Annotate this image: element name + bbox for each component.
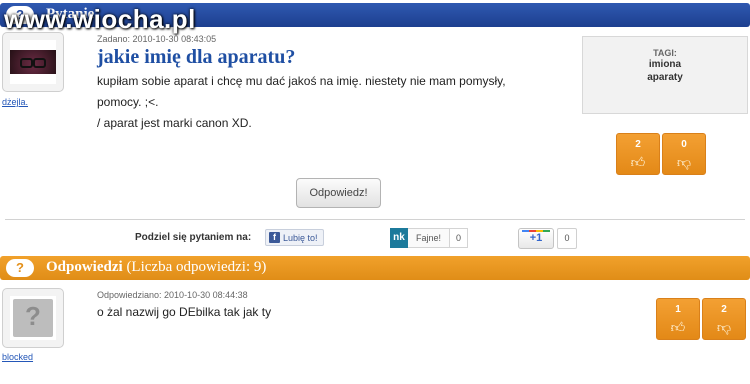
answer-author-avatar[interactable]: ? (2, 288, 64, 348)
answers-title: Odpowiedzi (46, 259, 123, 275)
thumbs-up-icon: 👍︎ (670, 319, 686, 335)
answer-text: o żal nazwij go DEbilka tak jak ty (97, 305, 272, 319)
question-mark-icon: ? (6, 259, 34, 277)
thumbs-down-icon: 👎︎ (716, 319, 732, 335)
answer-author-link[interactable]: blocked (2, 352, 33, 362)
vote-up-count: 2 (635, 139, 641, 150)
tags-box: TAGI: imiona aparaty (582, 36, 748, 114)
google-plus-count: 0 (557, 228, 577, 249)
google-plus-share: +1 0 (518, 228, 577, 249)
answer-votes: 1 👍︎ 2 👎︎ (656, 298, 746, 340)
facebook-icon: f (269, 232, 280, 243)
vote-up-count: 1 (675, 304, 681, 315)
vote-down-button[interactable]: 0 👎︎ (662, 133, 706, 175)
vote-up-button[interactable]: 1 👍︎ (656, 298, 700, 340)
nk-icon: nk (390, 228, 408, 248)
question-title[interactable]: jakie imię dla aparatu? (97, 46, 295, 69)
thumbs-down-icon: 👎︎ (676, 154, 692, 170)
tag-item[interactable]: imiona (583, 58, 747, 71)
tag-item[interactable]: aparaty (583, 71, 747, 84)
vote-down-count: 2 (721, 304, 727, 315)
vote-up-button[interactable]: 2 👍︎ (616, 133, 660, 175)
divider (5, 219, 745, 220)
google-plus-one-button[interactable]: +1 (518, 228, 554, 249)
facebook-like-label: Lubię to! (283, 232, 318, 243)
question-author-avatar[interactable] (2, 32, 64, 92)
tags-label: TAGI: (653, 48, 677, 58)
nk-label: Fajne! (408, 228, 451, 248)
avatar-glyph: ? (25, 301, 41, 331)
answers-header-bar: ? Odpowiedzi (Liczba odpowiedzi: 9) (0, 256, 750, 280)
user-avatar-photo-icon (10, 50, 56, 74)
thumbs-up-icon: 👍︎ (630, 154, 646, 170)
vote-down-count: 0 (681, 139, 687, 150)
facebook-like-button[interactable]: f Lubię to! (265, 229, 324, 246)
anonymous-avatar-icon: ? (13, 299, 53, 337)
site-watermark: www.wiocha.pl (4, 4, 196, 34)
answer-button[interactable]: Odpowiedz! (296, 178, 381, 208)
avatar-frame: ? (10, 296, 56, 340)
question-meta: Zadano: 2010-10-30 08:43:05 (97, 34, 217, 44)
share-label: Podziel się pytaniem na: (135, 232, 252, 243)
answers-header-title: Odpowiedzi (Liczba odpowiedzi: 9) (46, 259, 266, 276)
nk-count: 0 (450, 228, 469, 248)
answers-count: (Liczba odpowiedzi: 9) (126, 259, 267, 275)
question-votes: 2 👍︎ 0 👎︎ (616, 133, 706, 175)
answer-meta: Odpowiedziano: 2010-10-30 08:44:38 (97, 290, 248, 300)
question-body-line: pomocy. ;<. (97, 95, 159, 109)
question-body-line: kupiłam sobie aparat i chcę mu dać jakoś… (97, 74, 506, 88)
vote-down-button[interactable]: 2 👎︎ (702, 298, 746, 340)
nk-share-button[interactable]: nk Fajne! 0 (390, 228, 469, 248)
question-author-link[interactable]: dżejla. (2, 97, 28, 107)
avatar-frame (10, 40, 56, 84)
question-body-line: / aparat jest marki canon XD. (97, 116, 252, 130)
question-body: kupiłam sobie aparat i chcę mu dać jakoś… (97, 71, 567, 134)
